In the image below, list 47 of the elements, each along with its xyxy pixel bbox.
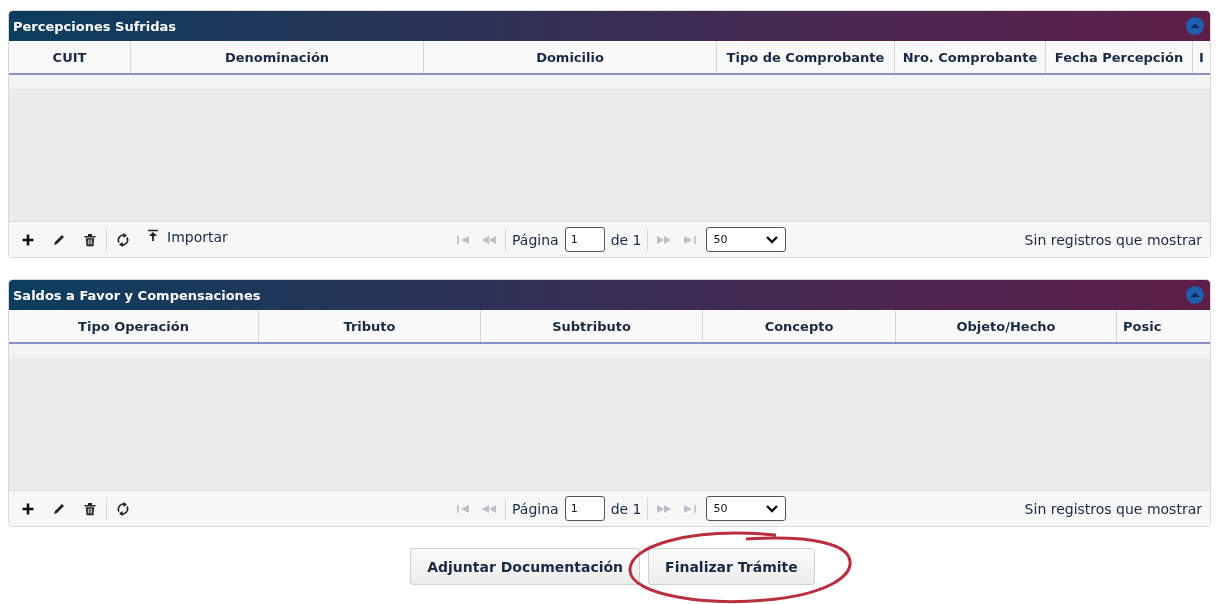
- column-header[interactable]: Denominación: [131, 41, 424, 73]
- column-header[interactable]: Tributo: [259, 310, 481, 342]
- page-count: de 1: [610, 231, 642, 248]
- column-header[interactable]: Subtributo: [481, 310, 703, 342]
- page-size-select[interactable]: 50: [706, 496, 787, 521]
- caret-icon: [765, 234, 780, 245]
- collapse-icon[interactable]: [1186, 286, 1204, 304]
- column-header[interactable]: Posic: [1117, 310, 1210, 342]
- action-button[interactable]: Adjuntar Documentación: [410, 548, 641, 585]
- import-button[interactable]: Importar: [147, 229, 228, 245]
- next-page-icon[interactable]: [656, 234, 673, 245]
- last-page-icon[interactable]: [682, 234, 697, 245]
- pencil-icon[interactable]: [52, 501, 66, 516]
- trash-icon[interactable]: [83, 501, 97, 516]
- pencil-icon[interactable]: [52, 232, 66, 247]
- collapse-icon[interactable]: [1186, 17, 1204, 35]
- next-page-icon[interactable]: [656, 503, 673, 514]
- page-field[interactable]: 1: [564, 227, 605, 252]
- column-header[interactable]: Concepto: [703, 310, 896, 342]
- column-header[interactable]: Fecha Percepción: [1046, 41, 1193, 73]
- caret-icon: [765, 503, 780, 514]
- add-icon[interactable]: [21, 501, 35, 516]
- page-label: Página: [512, 231, 559, 248]
- panel-title: Percepciones Sufridas: [13, 18, 176, 34]
- records-status: Sin registros que mostrar: [1024, 231, 1202, 248]
- column-header[interactable]: Nro. Comprobante: [895, 41, 1046, 73]
- records-status: Sin registros que mostrar: [1024, 500, 1202, 517]
- page-field[interactable]: 1: [564, 496, 605, 521]
- action-button[interactable]: Finalizar Trámite: [648, 548, 815, 585]
- column-header[interactable]: CUIT: [9, 41, 131, 73]
- previous-page-icon[interactable]: [481, 234, 497, 245]
- previous-page-icon[interactable]: [481, 503, 497, 514]
- refresh-icon[interactable]: [116, 501, 130, 516]
- panel-title: Saldos a Favor y Compensaciones: [13, 287, 261, 303]
- refresh-icon[interactable]: [116, 232, 130, 247]
- column-header[interactable]: Domicilio: [424, 41, 717, 73]
- column-header[interactable]: Tipo de Comprobante: [717, 41, 895, 73]
- column-header[interactable]: Objeto/Hecho: [896, 310, 1117, 342]
- column-header[interactable]: I: [1193, 41, 1210, 73]
- add-icon[interactable]: [21, 232, 35, 247]
- column-header[interactable]: Tipo Operación: [9, 310, 259, 342]
- page-label: Página: [512, 500, 559, 517]
- trash-icon[interactable]: [83, 232, 97, 247]
- page-size-select[interactable]: 50: [706, 227, 787, 252]
- upload-icon: [147, 229, 159, 242]
- last-page-icon[interactable]: [682, 503, 697, 514]
- page-count: de 1: [610, 500, 642, 517]
